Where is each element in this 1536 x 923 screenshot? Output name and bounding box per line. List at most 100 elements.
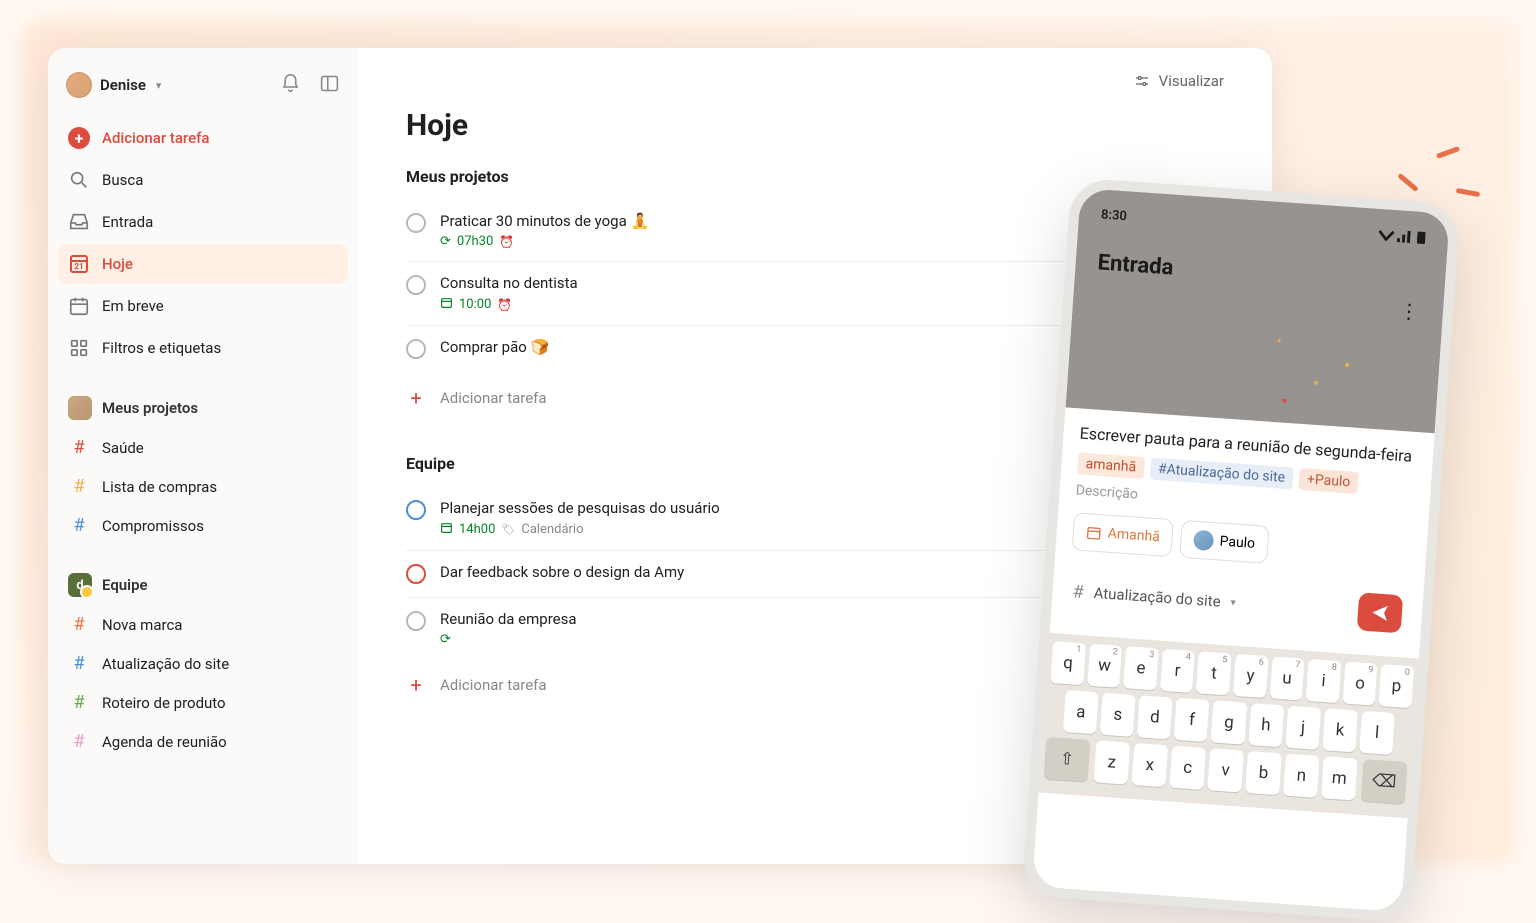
key[interactable]: t5 [1196,652,1231,696]
key[interactable]: j [1285,706,1321,750]
project-item[interactable]: #Agenda de reunião [58,722,348,761]
hash-icon: # [1072,581,1085,603]
phone-mockup: 8:30 Entrada ⋮ Escrever pauta para a reu… [1021,177,1460,922]
key[interactable]: m [1321,757,1358,801]
key[interactable]: w2 [1087,644,1122,688]
task-checkbox[interactable] [406,564,426,584]
nav-search[interactable]: Busca [58,160,348,200]
project-item[interactable]: #Lista de compras [58,467,348,506]
plus-circle-icon: + [68,127,90,149]
task-checkbox[interactable] [406,339,426,359]
shift-key[interactable]: ⇧ [1044,737,1091,782]
calendar-icon [440,521,453,538]
send-button[interactable] [1357,593,1404,634]
key[interactable]: e3 [1123,647,1158,691]
key[interactable]: o9 [1342,662,1377,706]
calendar-today-icon [68,253,90,275]
key[interactable]: r4 [1160,649,1195,693]
quick-add-sheet: Escrever pauta para a reunião de segunda… [1050,407,1435,659]
project-item[interactable]: #Nova marca [58,605,348,644]
hash-icon: # [68,437,90,458]
key[interactable]: s [1100,693,1136,737]
key[interactable]: z [1093,741,1130,785]
key[interactable]: y6 [1233,654,1268,698]
view-button[interactable]: Visualizar [1133,72,1224,90]
task-time: 10:00 [459,297,491,312]
nav-filters[interactable]: Filtros e etiquetas [58,328,348,368]
key[interactable]: i8 [1306,659,1341,703]
chip-assignee[interactable]: +Paulo [1298,468,1359,494]
pill-label: Paulo [1219,534,1256,552]
task-checkbox[interactable] [406,213,426,233]
key[interactable]: q1 [1050,642,1085,686]
chip-due[interactable]: amanhã [1077,453,1145,480]
plus-icon: + [406,386,426,410]
task-time: 07h30 [457,234,493,249]
phone-header: 8:30 Entrada ⋮ [1066,188,1450,433]
section-label: Meus projetos [102,399,198,417]
grid-icon [68,337,90,359]
assignee-pill[interactable]: Paulo [1179,520,1269,564]
key[interactable]: f [1174,698,1210,742]
team-avatar: d [68,573,92,597]
nav-today[interactable]: Hoje [58,244,348,284]
project-label: Atualização do site [102,655,229,673]
chip-project[interactable]: #Atualização do site [1149,458,1293,490]
calendar-icon [1085,525,1102,542]
team-header[interactable]: d Equipe [58,563,348,603]
user-menu[interactable]: Denise ▾ [58,66,348,104]
project-selector[interactable]: # Atualização do site ▾ [1072,581,1236,613]
my-projects-header[interactable]: Meus projetos [58,386,348,426]
status-icons [1378,227,1427,245]
inbox-icon [68,211,90,233]
avatar [1193,530,1214,551]
task-label: Calendário [521,522,583,537]
key[interactable]: l [1359,711,1395,755]
recurring-icon: ⟳ [440,632,451,647]
key[interactable]: x [1131,743,1168,787]
task-checkbox[interactable] [406,500,426,520]
backspace-key[interactable]: ⌫ [1361,759,1408,804]
view-label: Visualizar [1159,72,1224,90]
key[interactable]: g [1211,701,1247,745]
alarm-icon: ⏰ [497,298,512,312]
project-item[interactable]: # Saúde [58,428,348,467]
hash-icon: # [68,515,90,536]
hash-icon: # [68,476,90,497]
project-item[interactable]: #Atualização do site [58,644,348,683]
key[interactable]: b [1245,751,1282,795]
key[interactable]: h [1248,703,1284,747]
key[interactable]: n [1283,754,1320,798]
task-time: 14h00 [459,522,495,537]
hash-icon: # [68,614,90,635]
key[interactable]: d [1137,696,1173,740]
bell-icon[interactable] [280,73,301,98]
nav-upcoming[interactable]: Em breve [58,286,348,326]
panel-toggle-icon[interactable] [319,73,340,98]
nav-label: Em breve [102,297,164,315]
more-icon[interactable]: ⋮ [1398,298,1420,323]
nav-label: Entrada [102,213,153,231]
project-item[interactable]: #Roteiro de produto [58,683,348,722]
calendar-icon [440,296,453,313]
nav-label: Filtros e etiquetas [102,339,221,357]
task-checkbox[interactable] [406,611,426,631]
nav-inbox[interactable]: Entrada [58,202,348,242]
task-checkbox[interactable] [406,275,426,295]
key[interactable]: c [1169,746,1206,790]
key[interactable]: k [1322,709,1358,753]
key[interactable]: p0 [1379,664,1414,708]
project-item[interactable]: #Compromissos [58,506,348,545]
user-name: Denise [100,76,146,94]
key[interactable]: a [1063,691,1099,735]
due-date-pill[interactable]: Amanhã [1072,513,1175,558]
project-label: Roteiro de produto [102,694,226,712]
sliders-icon [1133,72,1151,90]
pill-label: Amanhã [1107,526,1160,546]
key[interactable]: u7 [1269,657,1304,701]
key[interactable]: v [1207,749,1244,793]
search-icon [68,169,90,191]
add-task-button[interactable]: + Adicionar tarefa [58,118,348,158]
project-label: Saúde [102,439,144,457]
keyboard[interactable]: q1w2e3r4t5y6u7i8o9p0 asdfghjkl ⇧ zxcvbnm… [1039,633,1419,818]
